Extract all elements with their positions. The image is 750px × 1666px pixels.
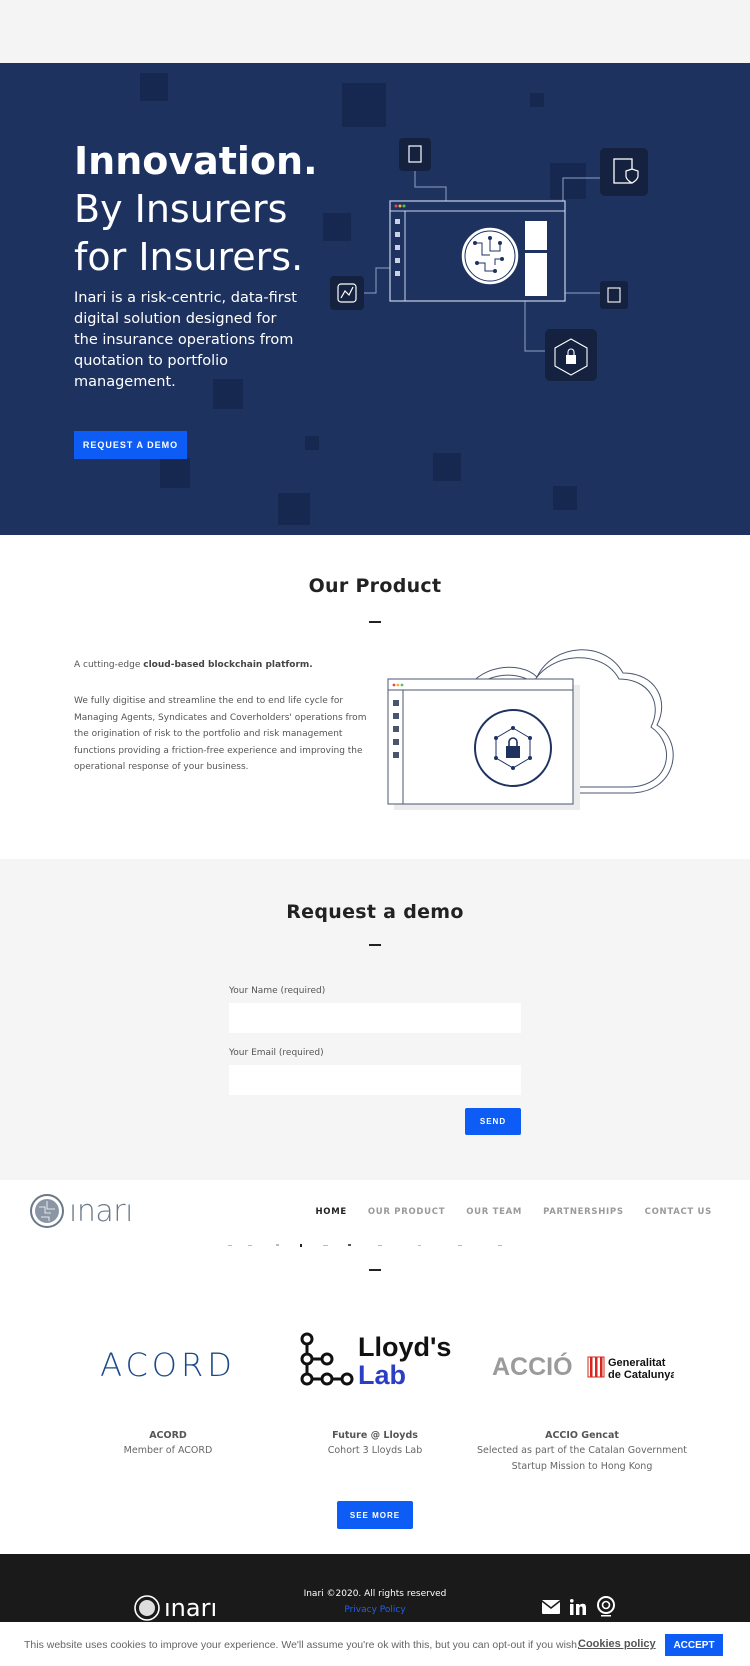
award-badge-icon[interactable] — [596, 1596, 616, 1618]
platform-illustration — [330, 138, 648, 381]
partners-section: ACORD ACORD Member of ACORD Lloyd's Lab … — [0, 1244, 750, 1554]
nav-item-our-product[interactable]: OUR PRODUCT — [368, 1207, 445, 1217]
request-demo-button[interactable]: REQUEST A DEMO — [74, 431, 187, 459]
social-links — [542, 1596, 616, 1618]
nav-menu: HOME OUR PRODUCT OUR TEAM PARTNERSHIPS C… — [315, 1207, 712, 1217]
brand-name: ınarı — [69, 1193, 133, 1229]
partner-desc-line1: Selected as part of the Catalan Governme… — [476, 1445, 688, 1456]
partner-lloyds-caption: Future @ Lloyds Cohort 3 Lloyds Lab — [285, 1430, 465, 1459]
accio-gencat-logo: ACCIÓ Generalitat de Catalunya — [492, 1351, 677, 1381]
top-strip — [0, 0, 750, 63]
partner-accio-caption: ACCIO Gencat Selected as part of the Cat… — [472, 1430, 692, 1475]
product-section: Our Product A cutting-edge cloud-based b… — [0, 535, 750, 859]
partner-desc-line2: Startup Mission to Hong Kong — [511, 1461, 653, 1472]
nav-item-our-team[interactable]: OUR TEAM — [466, 1207, 522, 1217]
hero-description: Inari is a risk-centric, data-first digi… — [74, 290, 297, 390]
bg-square — [342, 83, 386, 127]
copyright-text: Inari ©2020. All rights reserved — [303, 1589, 447, 1599]
see-more-button[interactable]: SEE MORE — [337, 1501, 413, 1529]
cookie-text: This website uses cookies to improve you… — [24, 1639, 580, 1651]
envelope-icon[interactable] — [542, 1600, 560, 1614]
name-label: Your Name (required) — [229, 986, 326, 996]
bg-square — [160, 458, 190, 488]
lloyds-lab-logo: Lloyd's Lab — [300, 1332, 451, 1390]
product-intro-bold: cloud-based blockchain platform. — [143, 660, 313, 670]
product-intro-prefix: A cutting-edge — [74, 660, 144, 670]
nav-item-home[interactable]: HOME — [315, 1207, 346, 1217]
partner-accio: ACCIÓ Generalitat de Catalunya — [492, 1350, 677, 1386]
hero-title-line1: Innovation. — [74, 139, 318, 183]
privacy-policy-link[interactable]: Privacy Policy — [0, 1605, 750, 1615]
product-intro: A cutting-edge cloud-based blockchain pl… — [74, 660, 374, 670]
inari-globe-icon — [30, 1194, 64, 1228]
send-button[interactable]: SEND — [465, 1108, 521, 1135]
email-field[interactable] — [229, 1065, 521, 1095]
email-label: Your Email (required) — [229, 1048, 324, 1058]
main-navbar: ınarı HOME OUR PRODUCT OUR TEAM PARTNERS… — [0, 1180, 750, 1244]
product-body: We fully digitise and streamline the end… — [74, 696, 367, 772]
bg-square — [530, 93, 544, 107]
acord-logo: ACORD — [100, 1346, 236, 1384]
product-title: Our Product — [308, 575, 442, 597]
title-divider — [369, 944, 381, 946]
hero-section: Innovation. By Insurers for Insurers. In… — [0, 63, 750, 535]
bg-square — [278, 493, 310, 525]
demo-section: Request a demo Your Name (required) Your… — [0, 859, 750, 1180]
cloud-security-illustration — [387, 649, 674, 810]
linkedin-icon[interactable] — [570, 1599, 586, 1615]
partner-acord: ACORD — [78, 1344, 258, 1392]
title-divider — [369, 621, 381, 623]
inari-logo[interactable]: ınarı — [29, 1193, 133, 1229]
accio-logo-text: ACCIÓ — [492, 1351, 573, 1381]
gencat-line1: Generalitat — [608, 1357, 666, 1369]
section-heading-remnant — [228, 1244, 502, 1247]
partner-acord-caption: ACORD Member of ACORD — [78, 1430, 258, 1459]
partner-name: ACCIO Gencat — [545, 1430, 619, 1441]
demo-title: Request a demo — [286, 901, 464, 923]
partner-name: ACORD — [149, 1430, 187, 1441]
nav-item-partnerships[interactable]: PARTNERSHIPS — [543, 1207, 624, 1217]
title-divider — [369, 1269, 381, 1271]
bg-square — [140, 73, 168, 101]
nav-item-contact-us[interactable]: CONTACT US — [645, 1207, 712, 1217]
partner-name: Future @ Lloyds — [332, 1430, 418, 1441]
name-field[interactable] — [229, 1003, 521, 1033]
partner-lloyds: Lloyd's Lab — [298, 1330, 452, 1392]
bg-square — [305, 436, 319, 450]
cookies-policy-link[interactable]: Cookies policy — [578, 1638, 656, 1650]
hero-title: Innovation. By Insurers for Insurers. — [74, 137, 318, 281]
cookie-banner: This website uses cookies to improve you… — [0, 1622, 750, 1666]
partner-desc: Member of ACORD — [123, 1445, 213, 1456]
gencat-line2: de Catalunya — [608, 1369, 674, 1381]
bg-square — [553, 486, 577, 510]
hero-title-line3: for Insurers. — [74, 235, 304, 279]
partner-desc: Cohort 3 Lloyds Lab — [327, 1445, 423, 1456]
accept-cookies-button[interactable]: ACCEPT — [665, 1634, 723, 1656]
lloyds-logo-text: Lloyd's — [358, 1332, 451, 1362]
lab-logo-text: Lab — [358, 1360, 406, 1388]
partner-desc: Selected as part of the Catalan Governme… — [472, 1443, 692, 1475]
hero-title-line2: By Insurers — [74, 187, 288, 231]
acord-logo-text: ACORD — [100, 1346, 236, 1384]
